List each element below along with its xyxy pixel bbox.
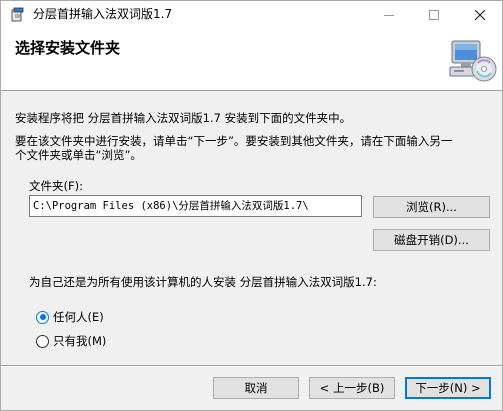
folder-label: 文件夹(F): xyxy=(29,179,83,193)
radio-label-everyone: 任何人(E) xyxy=(53,310,104,324)
radio-button-just-me[interactable] xyxy=(36,334,49,348)
folder-path-input[interactable]: C:\Program Files (x86)\分层首拼输入法双词版1.7\ xyxy=(29,195,362,217)
minimize-button[interactable] xyxy=(366,1,411,29)
browse-button[interactable]: 浏览(R)... xyxy=(373,196,490,218)
radio-label-just-me: 只有我(M) xyxy=(53,334,107,348)
radio-everyone[interactable]: 任何人(E) xyxy=(36,309,104,325)
maximize-icon xyxy=(428,10,439,20)
back-button[interactable]: < 上一步(B) xyxy=(309,377,395,399)
close-button[interactable] xyxy=(457,1,502,29)
page-title: 选择安装文件夹 xyxy=(15,39,121,57)
next-button[interactable]: 下一步(N) > xyxy=(405,377,491,399)
header-banner: 选择安装文件夹 xyxy=(1,29,502,91)
close-icon xyxy=(474,10,485,20)
footer-divider xyxy=(1,365,502,367)
disk-cost-button[interactable]: 磁盘开销(D)... xyxy=(373,229,490,251)
computer-cd-icon xyxy=(448,35,498,87)
instruction-text-line2: 个文件夹或单击“浏览”。 xyxy=(15,148,142,162)
intro-text: 安装程序将把 分层首拼输入法双词版1.7 安装到下面的文件夹中。 xyxy=(15,111,352,125)
maximize-button[interactable] xyxy=(411,1,456,29)
minimize-icon xyxy=(383,15,394,16)
install-for-question: 为自己还是为所有使用该计算机的人安装 分层首拼输入法双词版1.7: xyxy=(29,275,377,289)
instruction-text-line1: 要在该文件夹中进行安装，请单击“下一步”。要安装到其他文件夹，请在下面输入另一 xyxy=(15,134,453,148)
radio-button-everyone[interactable] xyxy=(36,310,49,324)
title-bar[interactable]: 分层首拼输入法双词版1.7 xyxy=(1,1,502,29)
cancel-button[interactable]: 取消 xyxy=(213,377,299,399)
installer-icon xyxy=(10,7,26,23)
radio-just-me[interactable]: 只有我(M) xyxy=(36,333,106,349)
installer-window: 分层首拼输入法双词版1.7 选择安装文件夹 安装程序将把 分层首拼输入法双词版1… xyxy=(0,0,503,411)
window-title: 分层首拼输入法双词版1.7 xyxy=(33,7,173,21)
